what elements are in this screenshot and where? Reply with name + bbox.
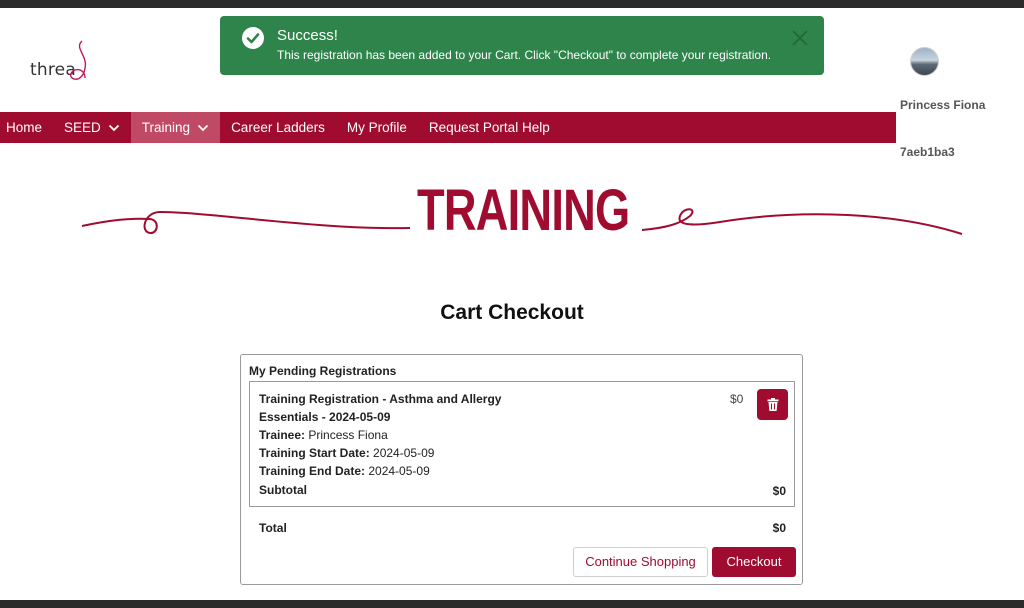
page-title: Cart Checkout [440,301,584,324]
training-banner: TRAINING [80,178,964,258]
close-icon[interactable] [790,28,810,48]
banner-title: TRAINING [417,178,630,243]
trash-icon [767,398,778,411]
trainee-label: Trainee: [259,428,306,442]
start-date-value: 2024-05-09 [373,446,435,460]
nav-seed[interactable]: SEED [53,112,131,143]
main-nav: Home SEED Training Career Ladders My Pro… [0,112,896,143]
nav-my-profile[interactable]: My Profile [336,112,418,143]
delete-registration-button[interactable] [757,389,788,420]
success-toast: Success! This registration has been adde… [220,16,824,75]
toast-title: Success! [277,27,338,44]
chevron-down-icon [197,124,209,131]
nav-training[interactable]: Training [130,112,221,143]
card-heading: My Pending Registrations [249,364,397,378]
nav-career-ladders[interactable]: Career Ladders [220,112,336,143]
pending-registrations-card: My Pending Registrations Training Regist… [240,354,803,585]
toast-message: This registration has been added to your… [277,48,772,62]
user-name: Princess Fiona [900,98,986,112]
subtotal-label: Subtotal [259,483,307,497]
total-value: $0 [772,521,786,535]
chevron-down-icon [108,124,119,131]
logo-d-swirl-icon [70,40,87,80]
checkout-button[interactable]: Checkout [712,547,796,577]
nav-request-portal-help[interactable]: Request Portal Help [418,112,561,143]
continue-shopping-button[interactable]: Continue Shopping [573,547,708,577]
check-circle-icon [242,27,264,49]
total-label: Total [259,521,287,535]
end-date-label: Training End Date: [259,464,366,478]
thread-logo[interactable]: threa [30,38,100,88]
start-date-label: Training Start Date: [259,446,370,460]
subtotal-value: $0 [772,484,786,498]
user-id: 7aeb1ba3 [900,145,955,159]
user-avatar[interactable] [910,47,939,76]
registration-title-cont: Essentials - 2024-05-09 [259,410,391,424]
page: threa Success! This registration has bee… [0,8,1024,600]
registration-item: Training Registration - Asthma and Aller… [249,381,795,507]
end-date-value: 2024-05-09 [368,464,430,478]
nav-home[interactable]: Home [0,112,53,143]
trainee-value: Princess Fiona [308,428,388,442]
registration-price: $0 [730,392,744,406]
registration-title: Training Registration - Asthma and Aller… [259,392,502,406]
